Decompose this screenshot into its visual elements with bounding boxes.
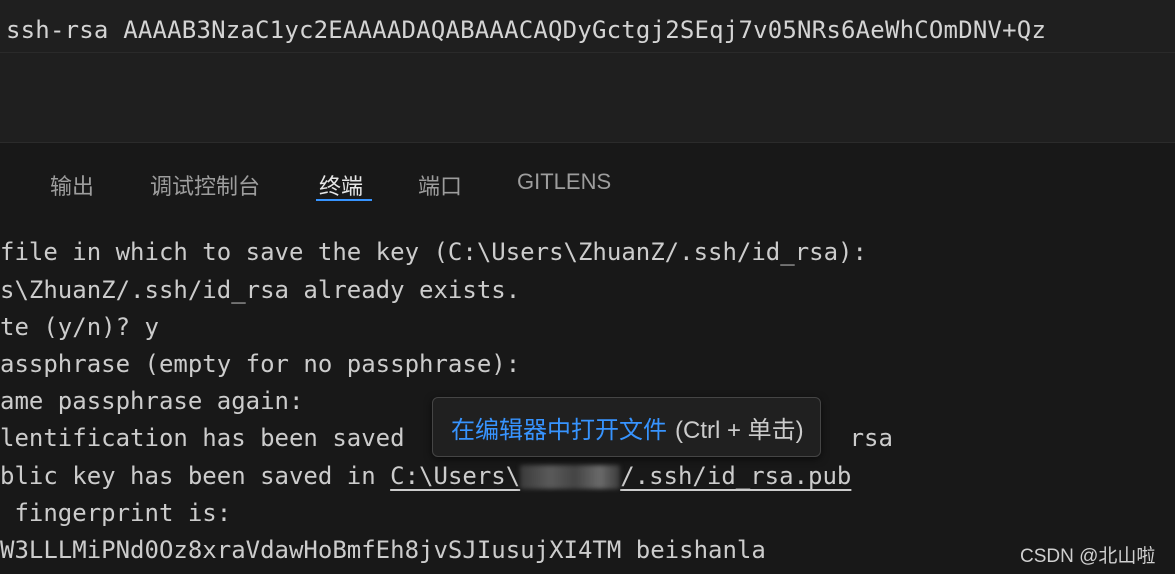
terminal-line: s\ZhuanZ/.ssh/id_rsa already exists. — [0, 276, 521, 304]
tab-gitlens[interactable]: GITLENS — [517, 169, 611, 195]
vscode-window: ssh-rsa AAAAB3NzaC1yc2EAAAADAQABAAACAQDy… — [0, 0, 1175, 574]
bottom-panel: 输出 调试控制台 终端 端口 GITLENS file in which to … — [0, 142, 1175, 574]
terminal-line-tail: rsa — [849, 424, 893, 452]
tooltip-shortcut-hint: (Ctrl + 单击) — [675, 416, 804, 444]
editor-text-line: ssh-rsa AAAAB3NzaC1yc2EAAAADAQABAAACAQDy… — [6, 16, 1047, 44]
link-hover-tooltip: 在编辑器中打开文件 (Ctrl + 单击) — [432, 397, 821, 457]
pub-key-file-link[interactable]: C:\Users\ /.ssh/id_rsa.pub — [390, 462, 851, 490]
terminal-line: blic key has been saved in C:\Users\ /.ss… — [0, 459, 851, 493]
terminal-line: fingerprint is: — [0, 499, 232, 527]
tab-ports[interactable]: 端口 — [418, 169, 462, 201]
panel-tabs: 输出 调试控制台 终端 端口 GITLENS — [0, 143, 1175, 203]
terminal-line: te (y/n)? y — [0, 313, 159, 341]
terminal-line-text: lentification has been saved — [0, 424, 405, 452]
terminal-line: ame passphrase again: — [0, 387, 304, 415]
redacted-username — [520, 465, 621, 489]
csdn-watermark: CSDN @北山啦 — [1020, 546, 1156, 567]
terminal-line: assphrase (empty for no passphrase): — [0, 350, 521, 378]
pub-link-suffix: /.ssh/id_rsa.pub — [620, 462, 852, 490]
terminal-line: file in which to save the key (C:\Users\… — [0, 238, 867, 266]
open-file-in-editor-link[interactable]: 在编辑器中打开文件 — [451, 410, 667, 445]
editor-divider — [0, 52, 1175, 53]
terminal-line: W3LLLMiPNd0Oz8xraVdawHoBmfEh8jvSJIusujXI… — [0, 536, 766, 564]
active-tab-indicator — [316, 199, 372, 201]
tab-output[interactable]: 输出 — [50, 169, 94, 201]
terminal-line-text: blic key has been saved in — [0, 462, 391, 490]
tab-debug-console[interactable]: 调试控制台 — [150, 169, 260, 201]
pub-link-prefix: C:\Users\ — [390, 462, 521, 490]
tab-terminal[interactable]: 终端 — [319, 169, 363, 201]
editor-area[interactable]: ssh-rsa AAAAB3NzaC1yc2EAAAADAQABAAACAQDy… — [0, 0, 1175, 142]
